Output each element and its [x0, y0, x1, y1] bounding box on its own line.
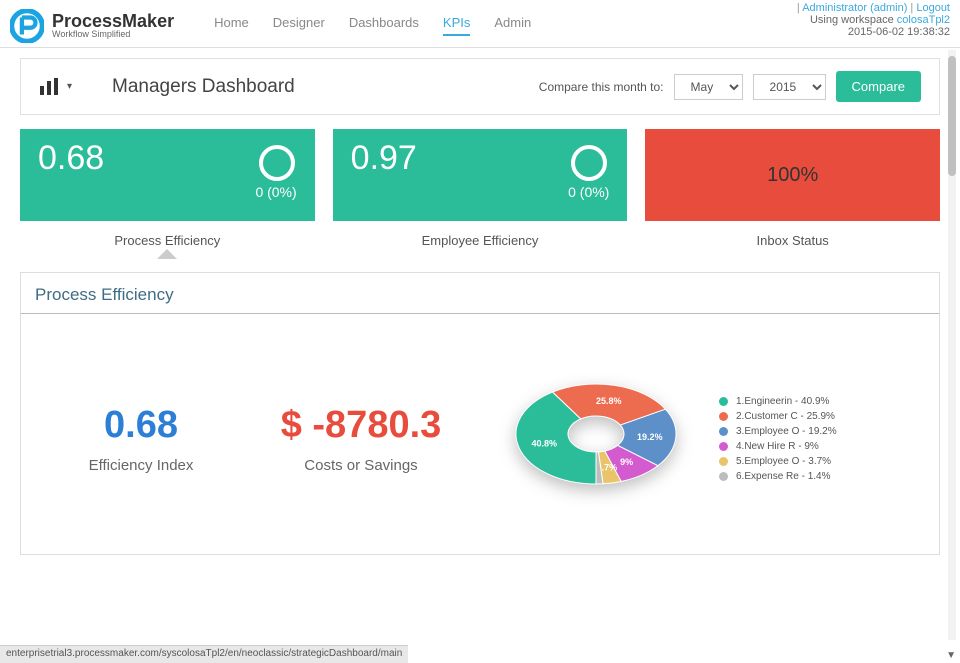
- scroll-thumb[interactable]: [948, 56, 956, 176]
- legend-label: 2.Customer C - 25.9%: [736, 411, 835, 422]
- dashboard-title: Managers Dashboard: [112, 76, 295, 98]
- brand-name: ProcessMaker: [52, 12, 174, 30]
- main-area: ▾ Managers Dashboard Compare this month …: [0, 48, 960, 645]
- kpi-value: 100%: [767, 164, 818, 187]
- circle-icon: [259, 145, 295, 181]
- nav-item-admin[interactable]: Admin: [494, 15, 531, 36]
- cost-label: Costs or Savings: [251, 457, 471, 474]
- nav-item-home[interactable]: Home: [214, 15, 249, 36]
- donut-chart: 40.8%25.8%19.2%9%3.7%: [491, 364, 701, 514]
- main-nav: Home Designer Dashboards KPIs Admin: [214, 15, 531, 36]
- kpi-body: 100%: [645, 129, 940, 221]
- topbar: ProcessMaker Workflow Simplified Home Des…: [0, 0, 960, 48]
- brand-logo[interactable]: ProcessMaker Workflow Simplified: [10, 9, 174, 43]
- legend-dot-icon: [719, 412, 728, 421]
- scroll-down-icon[interactable]: ▼: [946, 650, 956, 661]
- kpi-card[interactable]: 0.97 0 (0%) Employee Efficiency: [333, 129, 628, 248]
- bar-chart-icon: [39, 78, 61, 96]
- legend-dot-icon: [719, 472, 728, 481]
- nav-item-kpis[interactable]: KPIs: [443, 15, 470, 36]
- legend-item: 4.New Hire R - 9%: [719, 441, 837, 452]
- nav-item-designer[interactable]: Designer: [273, 15, 325, 36]
- legend-dot-icon: [719, 442, 728, 451]
- legend-item: 2.Customer C - 25.9%: [719, 411, 837, 422]
- detail-body: 0.68 Efficiency Index $ -8780.3 Costs or…: [21, 314, 939, 554]
- legend-dot-icon: [719, 427, 728, 436]
- logout-link[interactable]: Logout: [916, 2, 950, 14]
- user-link[interactable]: Administrator (admin): [802, 2, 907, 14]
- status-url: enterprisetrial3.processmaker.com/syscol…: [6, 648, 402, 659]
- kpi-card[interactable]: 0.68 0 (0%) Process Efficiency: [20, 129, 315, 248]
- logo-icon: [10, 9, 44, 43]
- chart-wrap: 40.8%25.8%19.2%9%3.7% 1.Engineerin - 40.…: [471, 364, 929, 514]
- cost-value: $ -8780.3: [251, 404, 471, 447]
- kpi-value: 0.68: [38, 139, 297, 178]
- timestamp: 2015-06-02 19:38:32: [797, 26, 950, 38]
- statusbar: enterprisetrial3.processmaker.com/syscol…: [0, 645, 408, 663]
- legend-label: 6.Expense Re - 1.4%: [736, 471, 831, 482]
- user-info: | Administrator (admin) | Logout Using w…: [797, 2, 950, 38]
- nav-item-dashboards[interactable]: Dashboards: [349, 15, 419, 36]
- legend-label: 5.Employee O - 3.7%: [736, 456, 831, 467]
- detail-title: Process Efficiency: [21, 273, 939, 314]
- dashboard-header: ▾ Managers Dashboard Compare this month …: [20, 58, 940, 115]
- legend-item: 3.Employee O - 19.2%: [719, 426, 837, 437]
- compare-button[interactable]: Compare: [836, 71, 921, 102]
- pie-slice-label: 25.8%: [596, 396, 622, 406]
- kpi-label: Process Efficiency: [114, 233, 220, 248]
- efficiency-value: 0.68: [31, 404, 251, 447]
- legend-dot-icon: [719, 397, 728, 406]
- legend-label: 3.Employee O - 19.2%: [736, 426, 837, 437]
- kpi-card[interactable]: 100% Inbox Status: [645, 129, 940, 248]
- kpi-body: 0.68 0 (0%): [20, 129, 315, 221]
- scrollbar[interactable]: [948, 50, 956, 640]
- pie-slice-label: 40.8%: [531, 439, 557, 449]
- chart-type-selector[interactable]: ▾: [39, 78, 72, 96]
- pie-slice-label: 19.2%: [637, 432, 663, 442]
- legend-item: 5.Employee O - 3.7%: [719, 456, 837, 467]
- kpi-label: Employee Efficiency: [422, 233, 539, 248]
- legend-item: 6.Expense Re - 1.4%: [719, 471, 837, 482]
- pie-slice-label: 9%: [620, 457, 633, 467]
- legend-dot-icon: [719, 457, 728, 466]
- legend-item: 1.Engineerin - 40.9%: [719, 396, 837, 407]
- efficiency-label: Efficiency Index: [31, 457, 251, 474]
- legend-label: 1.Engineerin - 40.9%: [736, 396, 829, 407]
- workspace-link[interactable]: colosaTpl2: [897, 14, 950, 26]
- kpi-body: 0.97 0 (0%): [333, 129, 628, 221]
- month-select[interactable]: May: [674, 74, 743, 100]
- detail-panel: Process Efficiency 0.68 Efficiency Index…: [20, 272, 940, 555]
- chevron-down-icon: ▾: [67, 81, 72, 92]
- legend-label: 4.New Hire R - 9%: [736, 441, 819, 452]
- kpi-subvalue: 0 (0%): [351, 184, 610, 200]
- kpi-label: Inbox Status: [757, 233, 829, 248]
- brand-tagline: Workflow Simplified: [52, 30, 174, 39]
- workspace-prefix: Using workspace: [810, 14, 897, 26]
- compare-label: Compare this month to:: [539, 80, 664, 94]
- kpi-subvalue: 0 (0%): [38, 184, 297, 200]
- chart-legend: 1.Engineerin - 40.9% 2.Customer C - 25.9…: [719, 396, 837, 482]
- efficiency-metric: 0.68 Efficiency Index: [31, 404, 251, 474]
- cost-metric: $ -8780.3 Costs or Savings: [251, 404, 471, 474]
- kpi-row: 0.68 0 (0%) Process Efficiency 0.97 0 (0%…: [20, 129, 940, 248]
- compare-controls: Compare this month to: May 2015 Compare: [539, 71, 921, 102]
- year-select[interactable]: 2015: [753, 74, 826, 100]
